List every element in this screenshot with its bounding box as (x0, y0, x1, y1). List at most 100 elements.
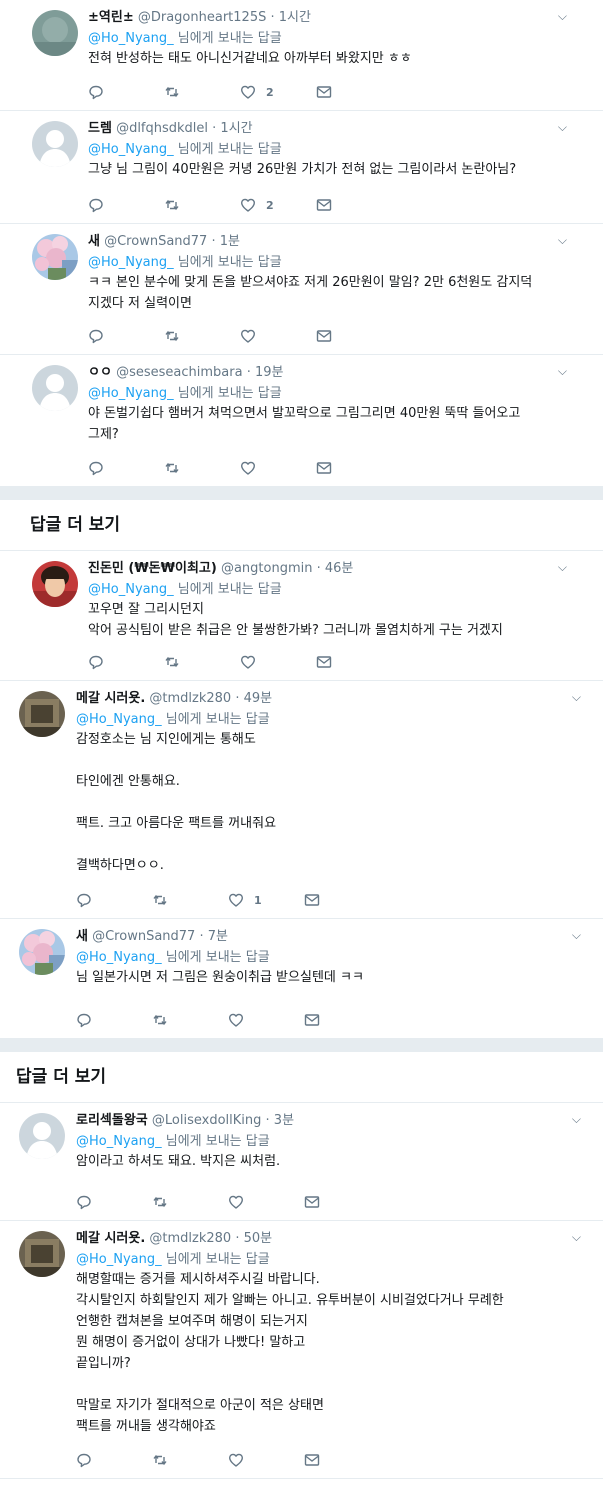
user-handle[interactable]: @CrownSand77 (92, 929, 195, 944)
display-name[interactable]: 새 (88, 234, 100, 249)
retweet-button[interactable] (164, 654, 240, 670)
direct-message-button[interactable] (316, 197, 392, 213)
like-button[interactable]: 1 (228, 892, 304, 908)
reply-tweet[interactable]: ⌵ 로리섹돌왕국 @LolisexdollKing · 3분 @Ho_Nyang_ … (0, 1103, 603, 1221)
more-replies-heading[interactable]: 답글 더 보기 (0, 500, 603, 551)
retweet-button[interactable] (152, 1012, 228, 1028)
avatar[interactable] (32, 561, 78, 607)
avatar[interactable] (19, 691, 65, 737)
like-button[interactable] (240, 654, 316, 670)
user-handle[interactable]: @seseseachimbara (116, 365, 242, 380)
retweet-button[interactable] (164, 84, 240, 100)
chevron-down-icon[interactable]: ⌵ (572, 1230, 581, 1245)
reply-tweet[interactable]: ⌵ ±역린± @Dragonheart125S · 1시간 @Ho_Nyang_ 님… (0, 0, 603, 111)
reply-button[interactable] (88, 197, 164, 213)
mention-link[interactable]: @Ho_Nyang_ (88, 386, 174, 401)
mention-link[interactable]: @Ho_Nyang_ (88, 255, 174, 270)
mention-link[interactable]: @Ho_Nyang_ (88, 582, 174, 597)
timestamp[interactable]: · 19분 (247, 365, 284, 380)
reply-tweet[interactable]: ⌵ 새 @CrownSand77 · 1분 @Ho_Nyang_ 님에게 보내는 답… (0, 224, 603, 355)
retweet-button[interactable] (164, 460, 240, 476)
direct-message-button[interactable] (316, 654, 392, 670)
user-handle[interactable]: @Dragonheart125S (138, 10, 266, 25)
timestamp[interactable]: · 7분 (199, 929, 228, 944)
chevron-down-icon[interactable]: ⌵ (572, 928, 581, 943)
avatar[interactable] (32, 365, 78, 411)
retweet-button[interactable] (164, 328, 240, 344)
reply-button[interactable] (76, 1452, 152, 1468)
retweet-button[interactable] (152, 892, 228, 908)
direct-message-button[interactable] (316, 328, 392, 344)
like-button[interactable]: 2 (240, 84, 316, 100)
timestamp[interactable]: · 50분 (235, 1231, 272, 1246)
like-button[interactable] (228, 1012, 304, 1028)
chevron-down-icon[interactable]: ⌵ (558, 9, 567, 24)
user-handle[interactable]: @tmdlzk280 (149, 1231, 231, 1246)
mention-link[interactable]: @Ho_Nyang_ (88, 31, 174, 46)
chevron-down-icon[interactable]: ⌵ (558, 364, 567, 379)
reply-tweet[interactable]: ⌵ 새 @CrownSand77 · 7분 @Ho_Nyang_ 님에게 보내는 답… (0, 919, 603, 1039)
user-handle[interactable]: @angtongmin (221, 561, 313, 576)
avatar[interactable] (32, 121, 78, 167)
direct-message-button[interactable] (304, 1194, 380, 1210)
user-handle[interactable]: @LolisexdollKing (152, 1113, 261, 1128)
display-name[interactable]: 메갈 시러욧. (76, 691, 145, 706)
reply-button[interactable] (76, 1012, 152, 1028)
like-button[interactable] (228, 1194, 304, 1210)
direct-message-button[interactable] (304, 1012, 380, 1028)
avatar[interactable] (19, 929, 65, 975)
direct-message-button[interactable] (304, 892, 380, 908)
display-name[interactable]: ±역린± (88, 10, 134, 25)
retweet-button[interactable] (152, 1194, 228, 1210)
reply-tweet[interactable]: ⌵ 드렘 @dlfqhsdkdlel · 1시간 @Ho_Nyang_ 님에게 보내… (0, 111, 603, 224)
retweet-button[interactable] (152, 1452, 228, 1468)
display-name[interactable]: 로리섹돌왕국 (76, 1113, 148, 1128)
display-name[interactable]: 진돈민 (₩돈₩이최고) (88, 561, 217, 576)
chevron-down-icon[interactable]: ⌵ (558, 120, 567, 135)
reply-tweet[interactable]: ⌵ ㅇㅇ @seseseachimbara · 19분 @Ho_Nyang_ 님에게… (0, 355, 603, 487)
display-name[interactable]: 드렘 (88, 121, 112, 136)
timestamp[interactable]: · 1시간 (212, 121, 252, 136)
timestamp[interactable]: · 1시간 (270, 10, 310, 25)
reply-button[interactable] (88, 460, 164, 476)
more-replies-heading[interactable]: 답글 더 보기 (0, 1052, 603, 1103)
like-button[interactable] (240, 328, 316, 344)
timestamp[interactable]: · 46분 (317, 561, 354, 576)
reply-button[interactable] (76, 892, 152, 908)
user-handle[interactable]: @tmdlzk280 (149, 691, 231, 706)
user-handle[interactable]: @CrownSand77 (104, 234, 207, 249)
reply-button[interactable] (88, 654, 164, 670)
user-handle[interactable]: @dlfqhsdkdlel (116, 121, 208, 136)
reply-tweet[interactable]: ⌵ 진돈민 (₩돈₩이최고) @angtongmin · 46분 @Ho_Nyang… (0, 551, 603, 681)
display-name[interactable]: 새 (76, 929, 88, 944)
reply-button[interactable] (76, 1194, 152, 1210)
avatar[interactable] (19, 1113, 65, 1159)
direct-message-button[interactable] (316, 84, 392, 100)
mention-link[interactable]: @Ho_Nyang_ (88, 142, 174, 157)
like-button[interactable] (240, 460, 316, 476)
chevron-down-icon[interactable]: ⌵ (572, 690, 581, 705)
mention-link[interactable]: @Ho_Nyang_ (76, 712, 162, 727)
timestamp[interactable]: · 3분 (266, 1113, 295, 1128)
mention-link[interactable]: @Ho_Nyang_ (76, 1252, 162, 1267)
display-name[interactable]: 메갈 시러욧. (76, 1231, 145, 1246)
chevron-down-icon[interactable]: ⌵ (558, 560, 567, 575)
reply-button[interactable] (88, 328, 164, 344)
direct-message-button[interactable] (304, 1452, 380, 1468)
reply-tweet[interactable]: ⌵ 메갈 시러욧. @tmdlzk280 · 50분 @Ho_Nyang_ 님에게 … (0, 1221, 603, 1479)
retweet-button[interactable] (164, 197, 240, 213)
like-button[interactable] (228, 1452, 304, 1468)
reply-button[interactable] (88, 84, 164, 100)
reply-tweet[interactable]: ⌵ 메갈 시러욧. @tmdlzk280 · 49분 @Ho_Nyang_ 님에게 … (0, 681, 603, 919)
timestamp[interactable]: · 1분 (211, 234, 240, 249)
display-name[interactable]: ㅇㅇ (88, 365, 112, 380)
chevron-down-icon[interactable]: ⌵ (572, 1112, 581, 1127)
mention-link[interactable]: @Ho_Nyang_ (76, 950, 162, 965)
avatar[interactable] (32, 10, 78, 56)
chevron-down-icon[interactable]: ⌵ (558, 233, 567, 248)
avatar[interactable] (19, 1231, 65, 1277)
direct-message-button[interactable] (316, 460, 392, 476)
timestamp[interactable]: · 49분 (235, 691, 272, 706)
mention-link[interactable]: @Ho_Nyang_ (76, 1134, 162, 1149)
avatar[interactable] (32, 234, 78, 280)
